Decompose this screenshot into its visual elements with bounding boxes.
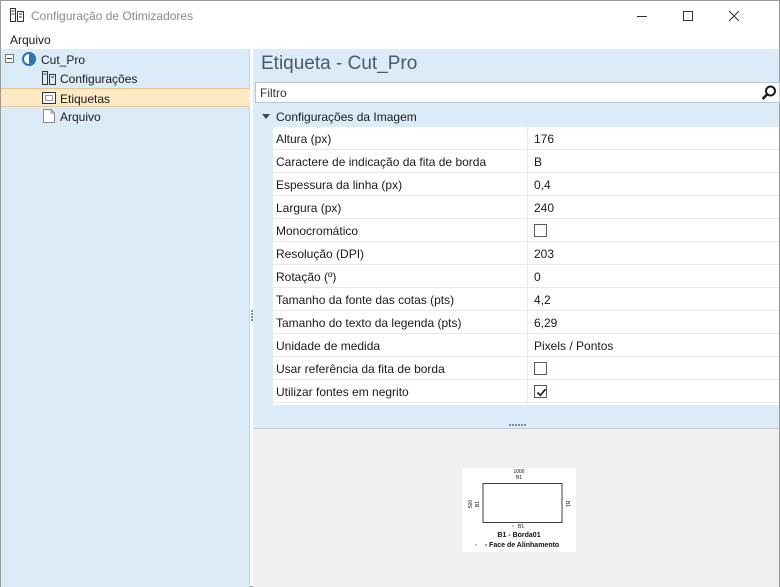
- property-category[interactable]: Configurações da Imagem: [257, 107, 779, 127]
- tree-item-etiquetas[interactable]: Etiquetas: [1, 88, 250, 107]
- property-value[interactable]: 0,4: [534, 178, 551, 192]
- property-name: Caractere de indicação da fita de borda: [276, 155, 487, 169]
- property-grid: Configurações da Imagem Altura (px) 176 …: [257, 107, 779, 405]
- settings-icon: [42, 71, 56, 85]
- property-name: Utilizar fontes em negrito: [276, 385, 409, 399]
- minimize-button[interactable]: [619, 1, 665, 31]
- label-preview-area: 1000 B1 500 B1 B1 ⁰ B1 B1 - Borda01 ⁰ - …: [253, 429, 779, 587]
- property-name: Espessura da linha (px): [276, 178, 403, 192]
- close-button[interactable]: [711, 1, 757, 31]
- property-name: Tamanho do texto da legenda (pts): [276, 316, 462, 330]
- collapse-icon[interactable]: [5, 54, 14, 63]
- filter-input[interactable]: Filtro: [255, 82, 780, 103]
- search-icon[interactable]: [760, 84, 778, 102]
- minimize-icon: [637, 16, 647, 17]
- menu-bar: Arquivo: [1, 31, 779, 49]
- property-value[interactable]: Pixels / Pontos: [534, 339, 613, 353]
- property-row[interactable]: Monocromático: [273, 219, 779, 242]
- grid-gutter: [257, 127, 273, 405]
- filter-placeholder: Filtro: [260, 86, 287, 100]
- preview-bottom-edge: B1: [518, 524, 524, 530]
- preview-legend-line1: B1 - Borda01: [497, 532, 540, 539]
- property-value[interactable]: 6,29: [534, 316, 557, 330]
- app-icon: [10, 8, 24, 22]
- property-name: Resolução (DPI): [276, 247, 365, 261]
- tree-item-label: Etiquetas: [60, 92, 111, 106]
- property-row[interactable]: Tamanho do texto da legenda (pts) 6,29: [273, 311, 779, 334]
- tree-item-label: Configurações: [60, 72, 138, 86]
- property-value[interactable]: 0: [534, 270, 541, 284]
- preview-top-edge: B1: [516, 475, 522, 481]
- navigation-tree: Cut_Pro Configurações Etiquetas Arquivo: [1, 49, 250, 587]
- property-name: Altura (px): [276, 132, 332, 146]
- file-icon: [43, 109, 55, 123]
- property-value[interactable]: 240: [534, 201, 554, 215]
- property-name: Monocromático: [276, 224, 359, 238]
- usar-referencia-checkbox[interactable]: [534, 362, 547, 375]
- tree-item-label: Arquivo: [60, 110, 101, 124]
- property-name: Unidade de medida: [276, 339, 381, 353]
- property-row[interactable]: Usar referência da fita de borda: [273, 357, 779, 380]
- tree-item-cut-pro[interactable]: Cut_Pro: [1, 50, 250, 69]
- property-row[interactable]: Utilizar fontes em negrito: [273, 380, 779, 403]
- tree-item-label: Cut_Pro: [41, 53, 86, 67]
- property-row[interactable]: Altura (px) 176: [273, 127, 779, 150]
- title-bar: Configuração de Otimizadores: [1, 1, 779, 31]
- negrito-checkbox[interactable]: [534, 385, 547, 398]
- label-icon: [42, 92, 56, 104]
- preview-left-edge: B1: [475, 501, 481, 507]
- property-value[interactable]: 176: [534, 132, 554, 146]
- label-preview-image: 1000 B1 500 B1 B1 ⁰ B1 B1 - Borda01 ⁰ - …: [462, 468, 576, 552]
- menu-arquivo[interactable]: Arquivo: [10, 33, 51, 47]
- property-name: Rotação (º): [276, 270, 337, 284]
- app-window: Configuração de Otimizadores Arquivo Cut…: [0, 0, 780, 587]
- splitter-grip[interactable]: [509, 424, 527, 426]
- tree-item-arquivo[interactable]: Arquivo: [1, 107, 250, 126]
- property-value[interactable]: B: [534, 155, 542, 169]
- preview-legend-line2: - Face de Alinhamento: [485, 542, 559, 549]
- preview-left-dim: 500: [468, 500, 474, 509]
- checkmark-icon: [536, 388, 547, 397]
- property-row[interactable]: Rotação (º) 0: [273, 265, 779, 288]
- property-name: Usar referência da fita de borda: [276, 362, 445, 376]
- property-value[interactable]: 4,2: [534, 293, 551, 307]
- category-label: Configurações da Imagem: [276, 110, 417, 124]
- property-row[interactable]: Tamanho da fonte das cotas (pts) 4,2: [273, 288, 779, 311]
- property-row[interactable]: Caractere de indicação da fita de borda …: [273, 150, 779, 173]
- property-name: Largura (px): [276, 201, 342, 215]
- window-title: Configuração de Otimizadores: [31, 9, 194, 23]
- page-title: Etiqueta - Cut_Pro: [261, 53, 418, 74]
- property-row[interactable]: Resolução (DPI) 203: [273, 242, 779, 265]
- preview-right-edge: B1: [564, 501, 570, 507]
- close-icon: [729, 11, 739, 21]
- globe-icon: [22, 52, 36, 66]
- main-panel: Etiqueta - Cut_Pro Filtro Configurações …: [253, 49, 780, 587]
- property-value[interactable]: 203: [534, 247, 554, 261]
- property-name: Tamanho da fonte das cotas (pts): [276, 293, 455, 307]
- tree-item-configuracoes[interactable]: Configurações: [1, 69, 250, 88]
- property-row[interactable]: Largura (px) 240: [273, 196, 779, 219]
- maximize-icon: [683, 11, 693, 21]
- property-row[interactable]: Espessura da linha (px) 0,4: [273, 173, 779, 196]
- property-row[interactable]: Unidade de medida Pixels / Pontos: [273, 334, 779, 357]
- maximize-button[interactable]: [665, 1, 711, 31]
- chevron-down-icon[interactable]: [262, 114, 270, 119]
- monocromatico-checkbox[interactable]: [534, 224, 547, 237]
